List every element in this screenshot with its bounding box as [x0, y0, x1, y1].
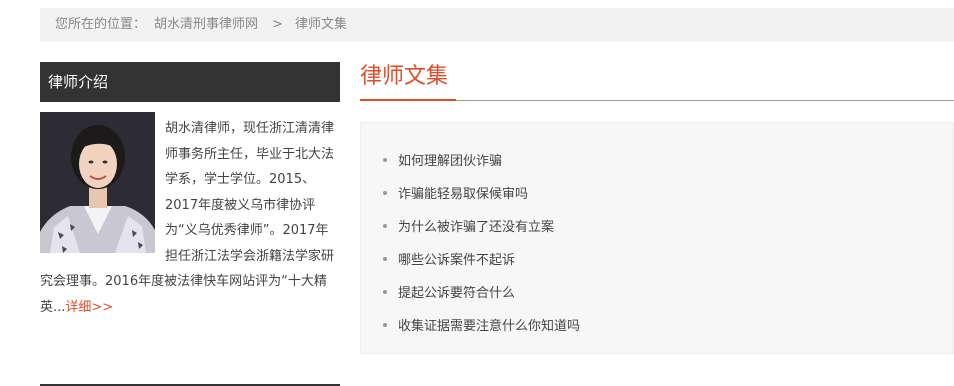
intro-more-link[interactable]: 详细>> [65, 300, 113, 315]
lawyer-intro-body: 胡水清律师，现任浙江清清律师事务所主任，毕业于北大法学系，学士学位。2015、2… [40, 102, 340, 386]
bullet-icon [383, 256, 387, 261]
breadcrumb-current[interactable]: 律师文集 [295, 17, 347, 32]
list-item[interactable]: 为什么被诈骗了还没有立案 [361, 211, 580, 244]
list-item[interactable]: 哪些公诉案件不起诉 [361, 244, 580, 277]
list-item[interactable]: 如何理解团伙诈骗 [361, 145, 580, 178]
article-list-box: 如何理解团伙诈骗 诈骗能轻易取保候审吗 为什么被诈骗了还没有立案 哪些公诉案件不… [360, 122, 954, 354]
article-link[interactable]: 诈骗能轻易取保候审吗 [398, 187, 528, 202]
article-link[interactable]: 哪些公诉案件不起诉 [398, 253, 515, 268]
breadcrumb-lead: 您所在的位置： [55, 17, 147, 32]
section-title: 律师文集 [360, 62, 954, 101]
bullet-icon [383, 157, 387, 162]
bullet-icon [383, 289, 387, 294]
article-link[interactable]: 提起公诉要符合什么 [398, 286, 515, 301]
list-item[interactable]: 收集证据需要注意什么你知道吗 [361, 310, 580, 343]
list-item[interactable]: 诈骗能轻易取保候审吗 [361, 178, 580, 211]
bullet-icon [383, 322, 387, 327]
article-link[interactable]: 如何理解团伙诈骗 [398, 154, 502, 169]
breadcrumb-separator: > [272, 17, 283, 32]
article-link[interactable]: 收集证据需要注意什么你知道吗 [398, 319, 580, 334]
bullet-icon [383, 223, 387, 228]
lawyer-intro-panel: 律师介绍 胡水清律师，现任浙江清清律师事务所主任，毕业于北大法学系，学士学位。2… [40, 62, 340, 386]
articles-section: 律师文集 如何理解团伙诈骗 诈骗能轻易取保候审吗 为什么被诈骗了还没有立案 哪些… [360, 62, 954, 354]
list-item[interactable]: 提起公诉要符合什么 [361, 277, 580, 310]
lawyer-intro-text: 胡水清律师，现任浙江清清律师事务所主任，毕业于北大法学系，学士学位。2015、2… [40, 116, 340, 320]
title-accent-underline [360, 99, 456, 101]
bullet-icon [383, 190, 387, 195]
breadcrumb-link-home[interactable]: 胡水清刑事律师网 [154, 17, 258, 32]
article-list: 如何理解团伙诈骗 诈骗能轻易取保候审吗 为什么被诈骗了还没有立案 哪些公诉案件不… [361, 145, 580, 343]
article-link[interactable]: 为什么被诈骗了还没有立案 [398, 220, 554, 235]
breadcrumb: 您所在的位置： 胡水清刑事律师网 > 律师文集 [40, 8, 954, 42]
sidebar-title: 律师介绍 [40, 62, 340, 102]
section-title-text: 律师文集 [360, 64, 449, 89]
